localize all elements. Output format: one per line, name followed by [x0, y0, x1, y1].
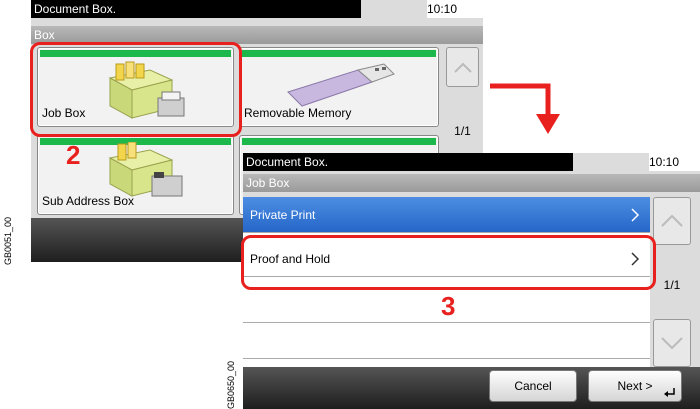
next-button-label: Next > — [617, 379, 653, 393]
step-3-number: 3 — [441, 291, 456, 321]
sub-address-box-label: Sub Address Box — [42, 194, 135, 208]
step-arrow-icon — [490, 83, 560, 134]
enter-arrow-icon — [664, 388, 675, 397]
usb-drive-icon — [287, 63, 395, 107]
tile-stripe — [242, 50, 436, 57]
screen1-title: Document Box. — [31, 0, 361, 18]
list-item-label: Private Print — [250, 208, 316, 222]
screen2-subtitle: Job Box — [243, 174, 700, 192]
screen2-bottom-bar: Cancel Next > — [243, 367, 700, 409]
image-code-1: GB0051_00 — [3, 216, 13, 265]
tile-stripe — [242, 138, 436, 145]
next-button[interactable]: Next > — [588, 370, 682, 402]
screen2-title: Document Box. — [243, 153, 573, 171]
removable-memory-tile[interactable]: Removable Memory — [239, 47, 439, 127]
image-code-2: GB0650_00 — [226, 360, 236, 409]
callout-job-box — [30, 42, 242, 137]
scroll-up-button[interactable] — [446, 47, 479, 87]
screen1-page-indicator: 1/1 — [454, 124, 471, 138]
list-item-empty — [243, 323, 650, 359]
chevron-up-icon — [661, 214, 683, 227]
scroll-down-button[interactable] — [653, 319, 691, 367]
callout-proof-and-hold — [241, 235, 656, 290]
list-item-private-print[interactable]: Private Print — [243, 197, 650, 233]
chevron-down-icon — [661, 337, 683, 350]
step-2-number: 2 — [66, 140, 81, 170]
chevron-up-icon — [454, 62, 472, 73]
scroll-up-button[interactable] — [653, 197, 691, 245]
removable-memory-label: Removable Memory — [244, 106, 352, 120]
cancel-button[interactable]: Cancel — [489, 370, 577, 402]
chevron-right-icon — [631, 208, 640, 222]
screen2-clock: 10:10 — [649, 153, 700, 171]
screen1-clock: 10:10 — [427, 0, 483, 18]
screen2-page-indicator: 1/1 — [663, 278, 681, 292]
